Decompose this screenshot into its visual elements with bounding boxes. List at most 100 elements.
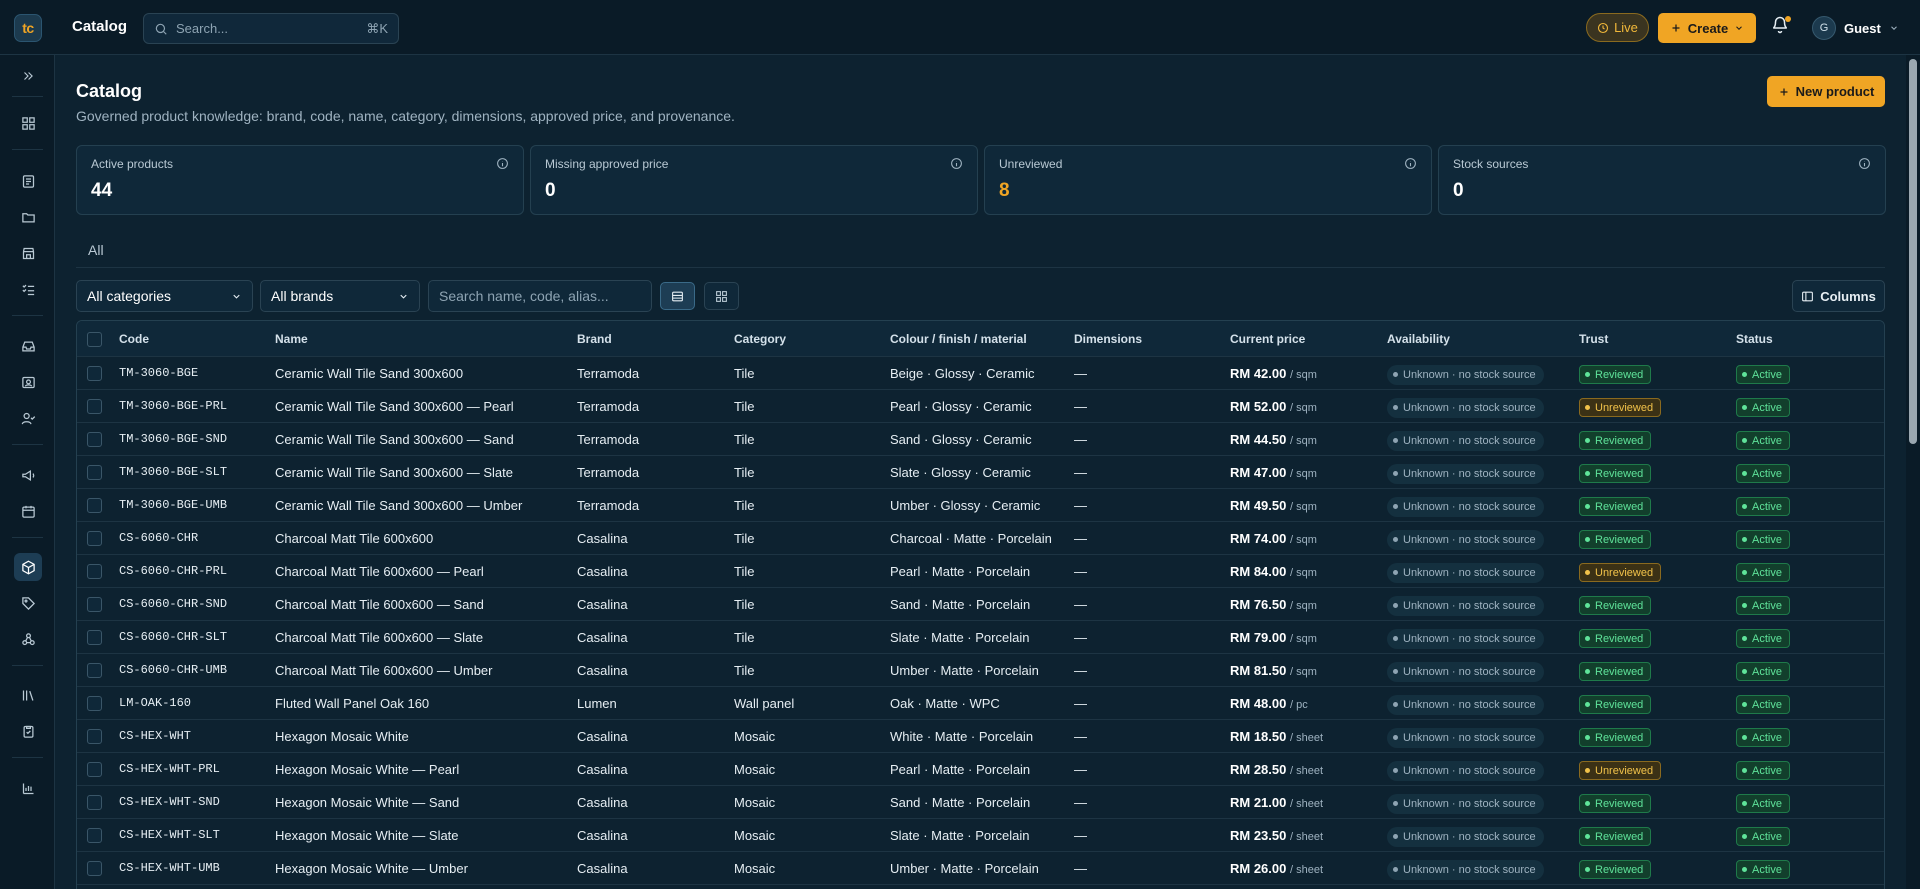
row-checkbox[interactable] [87, 531, 102, 546]
cell-price: RM 23.50 / sheet [1230, 819, 1323, 852]
sidebar-item-dashboard[interactable] [14, 109, 42, 137]
select-all-checkbox[interactable] [87, 332, 102, 347]
sidebar-item-reports[interactable] [14, 774, 42, 802]
row-checkbox[interactable] [87, 597, 102, 612]
columns-button[interactable]: Columns [1792, 280, 1885, 312]
cell-status: Active [1736, 489, 1790, 522]
sidebar-item-catalog[interactable] [14, 553, 42, 581]
new-product-button[interactable]: New product [1767, 76, 1885, 107]
sidebar-item-stores[interactable] [14, 239, 42, 267]
sidebar-item-tasks[interactable] [14, 275, 42, 303]
header-availability[interactable]: Availability [1387, 321, 1450, 357]
row-checkbox[interactable] [87, 762, 102, 777]
info-icon[interactable] [496, 157, 509, 170]
cell-trust: Unreviewed [1579, 390, 1662, 423]
table-row[interactable]: CS-HEX-WHT Hexagon Mosaic White Casalina Mo… [77, 720, 1884, 753]
list-view-button[interactable] [660, 282, 695, 310]
sidebar-item-approvals[interactable] [14, 717, 42, 745]
sidebar-item-pricing[interactable] [14, 589, 42, 617]
header-colour[interactable]: Colour / finish / material [890, 321, 1027, 357]
info-icon[interactable] [1404, 157, 1417, 170]
sidebar-item-library[interactable] [14, 681, 42, 709]
header-status[interactable]: Status [1736, 321, 1773, 357]
table-row[interactable]: CS-HEX-WHT-PRL Hexagon Mosaic White — Pea… [77, 753, 1884, 786]
cell-category: Tile [734, 531, 755, 546]
app-logo[interactable]: tc [14, 14, 42, 42]
table-row[interactable]: CS-6060-CHR-SLT Charcoal Matt Tile 600x60… [77, 621, 1884, 654]
row-checkbox[interactable] [87, 630, 102, 645]
row-checkbox[interactable] [87, 432, 102, 447]
live-button[interactable]: Live [1586, 13, 1649, 42]
table-row[interactable]: CS-HEX-WHT-UMB Hexagon Mosaic White — Umb… [77, 852, 1884, 885]
sidebar-item-calendar[interactable] [14, 497, 42, 525]
table-row[interactable]: TM-3060-BGE-PRL Ceramic Wall Tile Sand 30… [77, 390, 1884, 423]
top-bar: tc Catalog Search... ⌘K Live Create G Gu… [0, 0, 1920, 55]
header-name[interactable]: Name [275, 321, 308, 357]
table-row[interactable]: TM-3060-BGE Ceramic Wall Tile Sand 300x60… [77, 357, 1884, 390]
sidebar-item-users[interactable] [14, 404, 42, 432]
header-category[interactable]: Category [734, 321, 786, 357]
row-checkbox[interactable] [87, 399, 102, 414]
header-price[interactable]: Current price [1230, 321, 1305, 357]
status-dot-icon [1742, 866, 1747, 872]
user-menu[interactable]: G Guest [1812, 16, 1899, 40]
grid-view-button[interactable] [704, 282, 739, 310]
sidebar-item-contacts[interactable] [14, 368, 42, 396]
row-checkbox[interactable] [87, 828, 102, 843]
plus-icon [1672, 24, 1680, 32]
info-icon[interactable] [1858, 157, 1871, 170]
header-trust[interactable]: Trust [1579, 321, 1608, 357]
sidebar-item-projects[interactable] [14, 203, 42, 231]
status-badge: Active [1736, 431, 1790, 450]
availability-dot-icon [1393, 767, 1398, 773]
table-row[interactable]: CS-6060-CHR-PRL Charcoal Matt Tile 600x60… [77, 555, 1884, 588]
table-row[interactable]: CS-6060-CHR-SND Charcoal Matt Tile 600x60… [77, 588, 1884, 621]
row-checkbox[interactable] [87, 366, 102, 381]
cell-category: Tile [734, 663, 755, 678]
scrollbar-thumb[interactable] [1909, 59, 1917, 444]
sidebar-item-campaigns[interactable] [14, 461, 42, 489]
category-select[interactable]: All categories [76, 280, 253, 312]
table-row[interactable]: TM-3060-BGE-SLT Ceramic Wall Tile Sand 30… [77, 456, 1884, 489]
sidebar-divider [12, 537, 43, 538]
table-row[interactable]: CS-6060-CHR-UMB Charcoal Matt Tile 600x60… [77, 654, 1884, 687]
cell-status: Active [1736, 852, 1790, 885]
row-checkbox[interactable] [87, 564, 102, 579]
header-brand[interactable]: Brand [577, 321, 612, 357]
contact-card-icon [21, 376, 35, 388]
table-row[interactable]: TM-3060-BGE-SND Ceramic Wall Tile Sand 30… [77, 423, 1884, 456]
sidebar-item-network[interactable] [14, 625, 42, 653]
catalog-search-input[interactable] [428, 280, 652, 312]
create-button[interactable]: Create [1658, 13, 1756, 43]
row-checkbox[interactable] [87, 663, 102, 678]
row-checkbox[interactable] [87, 465, 102, 480]
tab-all[interactable]: All [88, 242, 104, 258]
row-checkbox[interactable] [87, 795, 102, 810]
brand-select[interactable]: All brands [260, 280, 420, 312]
notifications-button[interactable] [1771, 16, 1793, 38]
table-row[interactable]: CS-6060-CHR Charcoal Matt Tile 600x600 Cas… [77, 522, 1884, 555]
sidebar-item-inbox[interactable] [14, 332, 42, 360]
table-row[interactable]: LM-OAK-160 Fluted Wall Panel Oak 160 Lumen… [77, 687, 1884, 720]
availability-dot-icon [1393, 470, 1398, 476]
row-checkbox[interactable] [87, 729, 102, 744]
info-icon[interactable] [950, 157, 963, 170]
global-search[interactable]: Search... ⌘K [143, 13, 399, 44]
row-checkbox[interactable] [87, 861, 102, 876]
header-code[interactable]: Code [119, 321, 149, 357]
cell-brand: Casalina [577, 828, 628, 843]
table-row[interactable]: CS-HEX-WHT-SLT Hexagon Mosaic White — Sla… [77, 819, 1884, 852]
table-row[interactable]: TM-3060-BGE-UMB Ceramic Wall Tile Sand 30… [77, 489, 1884, 522]
table-row[interactable]: CS-HEX-WHT-SND Hexagon Mosaic White — San… [77, 786, 1884, 819]
page-scrollbar[interactable] [1906, 55, 1920, 889]
cell-code: LM-OAK-160 [119, 696, 192, 710]
availability-dot-icon [1393, 734, 1398, 740]
expand-sidebar-button[interactable] [14, 62, 42, 90]
row-checkbox[interactable] [87, 498, 102, 513]
cell-price: RM 79.00 / sqm [1230, 621, 1317, 654]
row-checkbox[interactable] [87, 696, 102, 711]
cell-category: Tile [734, 630, 755, 645]
header-dimensions[interactable]: Dimensions [1074, 321, 1142, 357]
sidebar-item-documents[interactable] [14, 167, 42, 195]
price-value: RM 81.50 [1230, 663, 1287, 678]
